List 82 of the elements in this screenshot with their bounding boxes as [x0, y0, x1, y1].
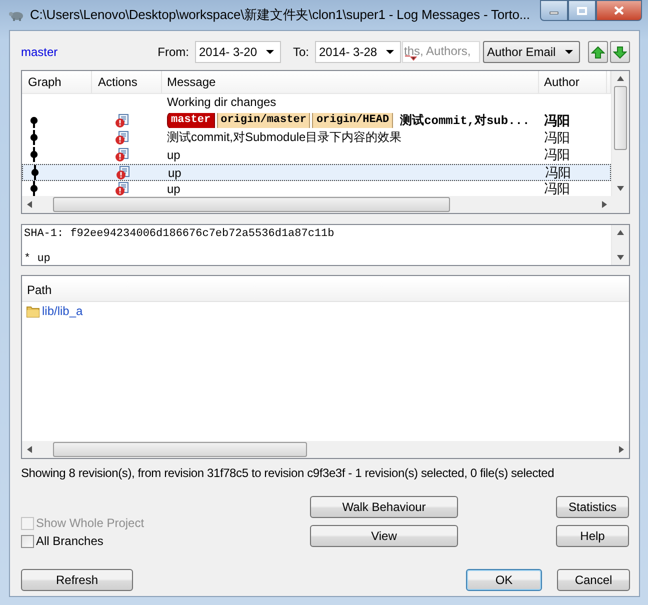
scroll-thumb[interactable] — [614, 86, 627, 150]
down-arrow-icon — [617, 255, 624, 260]
statistics-button[interactable]: Statistics — [556, 496, 629, 518]
to-label: To: — [292, 45, 309, 59]
commit-hash: SHA-1: f92ee94234006d186676c7eb72a5536d1a87c11b — [24, 228, 336, 241]
cancel-button[interactable]: Cancel — [557, 569, 630, 591]
commit-message: 测试commit,对Submodule目录下内容的效果 — [167, 130, 402, 145]
modified-file-icon — [115, 114, 129, 128]
walk-behaviour-button[interactable]: Walk Behaviour — [310, 496, 458, 518]
right-arrow-icon — [602, 201, 607, 208]
window-title: C:\Users\Lenovo\Desktop\workspace\新建文件夹\clon1\super1 - Log Messages - Torto... — [30, 6, 531, 24]
dropdown-arrow-icon — [386, 50, 394, 54]
author-cell: 冯阳 — [544, 113, 570, 128]
column-header[interactable]: Author — [539, 71, 607, 94]
refresh-button[interactable]: Refresh — [21, 569, 133, 591]
left-arrow-icon — [27, 201, 32, 208]
log-row[interactable]: Working dir changes — [22, 94, 611, 111]
down-arrow-icon — [613, 46, 627, 58]
close-button[interactable] — [596, 0, 642, 21]
left-arrow-icon — [27, 446, 32, 453]
branch-tag: origin/HEAD — [312, 113, 394, 128]
branch-tag: origin/master — [216, 113, 310, 128]
selected-row[interactable]: up 冯阳 — [22, 164, 611, 181]
horizontal-scrollbar[interactable] — [22, 196, 612, 213]
graph-node-icon — [28, 147, 40, 162]
filter-dropdown[interactable]: Author Email — [483, 41, 580, 63]
from-date-field[interactable]: 2014- 3-20 — [194, 41, 281, 63]
commit-message: up — [167, 182, 180, 196]
vertical-scrollbar[interactable] — [611, 71, 629, 196]
checkbox[interactable] — [21, 534, 34, 548]
column-header[interactable]: Actions — [92, 71, 162, 94]
next-button[interactable] — [610, 41, 630, 63]
scroll-thumb[interactable] — [53, 442, 307, 457]
column-header[interactable]: Message — [162, 71, 539, 94]
graph-node-icon — [28, 130, 40, 145]
checkbox-label: Show Whole Project — [36, 516, 144, 530]
commit-message: up — [167, 148, 180, 162]
modified-file-icon — [116, 166, 130, 180]
author-cell: 冯阳 — [545, 165, 571, 180]
commit-message: up — [168, 166, 182, 180]
scroll-thumb[interactable] — [53, 197, 450, 212]
to-date-field[interactable]: 2014- 3-28 — [315, 41, 401, 63]
dropdown-arrow-icon — [565, 50, 573, 54]
commit-body: * up — [24, 253, 52, 265]
minimize-button[interactable] — [540, 0, 568, 21]
search-field[interactable]: ths, Authors, — [402, 41, 480, 63]
dropdown-arrow-icon — [405, 55, 419, 61]
close-icon — [614, 6, 624, 15]
log-row[interactable]: 测试commit,对Submodule目录下内容的效果 冯阳 — [22, 130, 611, 147]
file-path[interactable]: lib/lib_a — [42, 304, 83, 318]
modified-file-icon — [115, 148, 129, 162]
graph-node-icon — [29, 165, 41, 180]
previous-button[interactable] — [588, 41, 608, 63]
maximize-button[interactable] — [568, 0, 596, 21]
view-button[interactable]: View — [310, 525, 458, 547]
author-cell: 冯阳 — [544, 130, 570, 145]
commit-message: Working dir changes — [167, 94, 276, 108]
commit-message: 测试commit,对sub... — [400, 113, 530, 128]
graph-node-icon — [28, 181, 40, 196]
up-arrow-icon — [617, 230, 624, 235]
author-cell: 冯阳 — [544, 147, 570, 162]
dropdown-arrow-icon — [266, 50, 274, 54]
branch-tag: master — [167, 113, 215, 128]
branch-link[interactable]: master — [21, 45, 58, 59]
right-arrow-icon — [619, 446, 624, 453]
up-arrow-icon — [617, 76, 624, 81]
from-label: From: — [158, 45, 189, 59]
modified-file-icon — [115, 182, 129, 196]
help-button[interactable]: Help — [556, 525, 629, 547]
column-header[interactable]: Graph — [22, 71, 92, 94]
author-cell: 冯阳 — [544, 181, 570, 196]
status-text: Showing 8 revision(s), from revision 31f78c5 to revision c9f3e3f - 1 revision(s) selected, 0 file(s) selected — [21, 466, 556, 480]
folder-icon — [26, 304, 40, 318]
modified-file-icon — [115, 130, 129, 144]
horizontal-scrollbar[interactable] — [22, 441, 629, 458]
vertical-scrollbar[interactable] — [611, 225, 629, 265]
up-arrow-icon — [591, 46, 605, 58]
log-row[interactable]: master origin/master origin/HEAD 测试commit,对sub... 冯阳 — [22, 113, 611, 130]
ok-button[interactable]: OK — [466, 569, 542, 591]
checkbox-label: All Branches — [36, 534, 104, 548]
down-arrow-icon — [617, 186, 624, 191]
maximize-icon — [577, 6, 587, 14]
